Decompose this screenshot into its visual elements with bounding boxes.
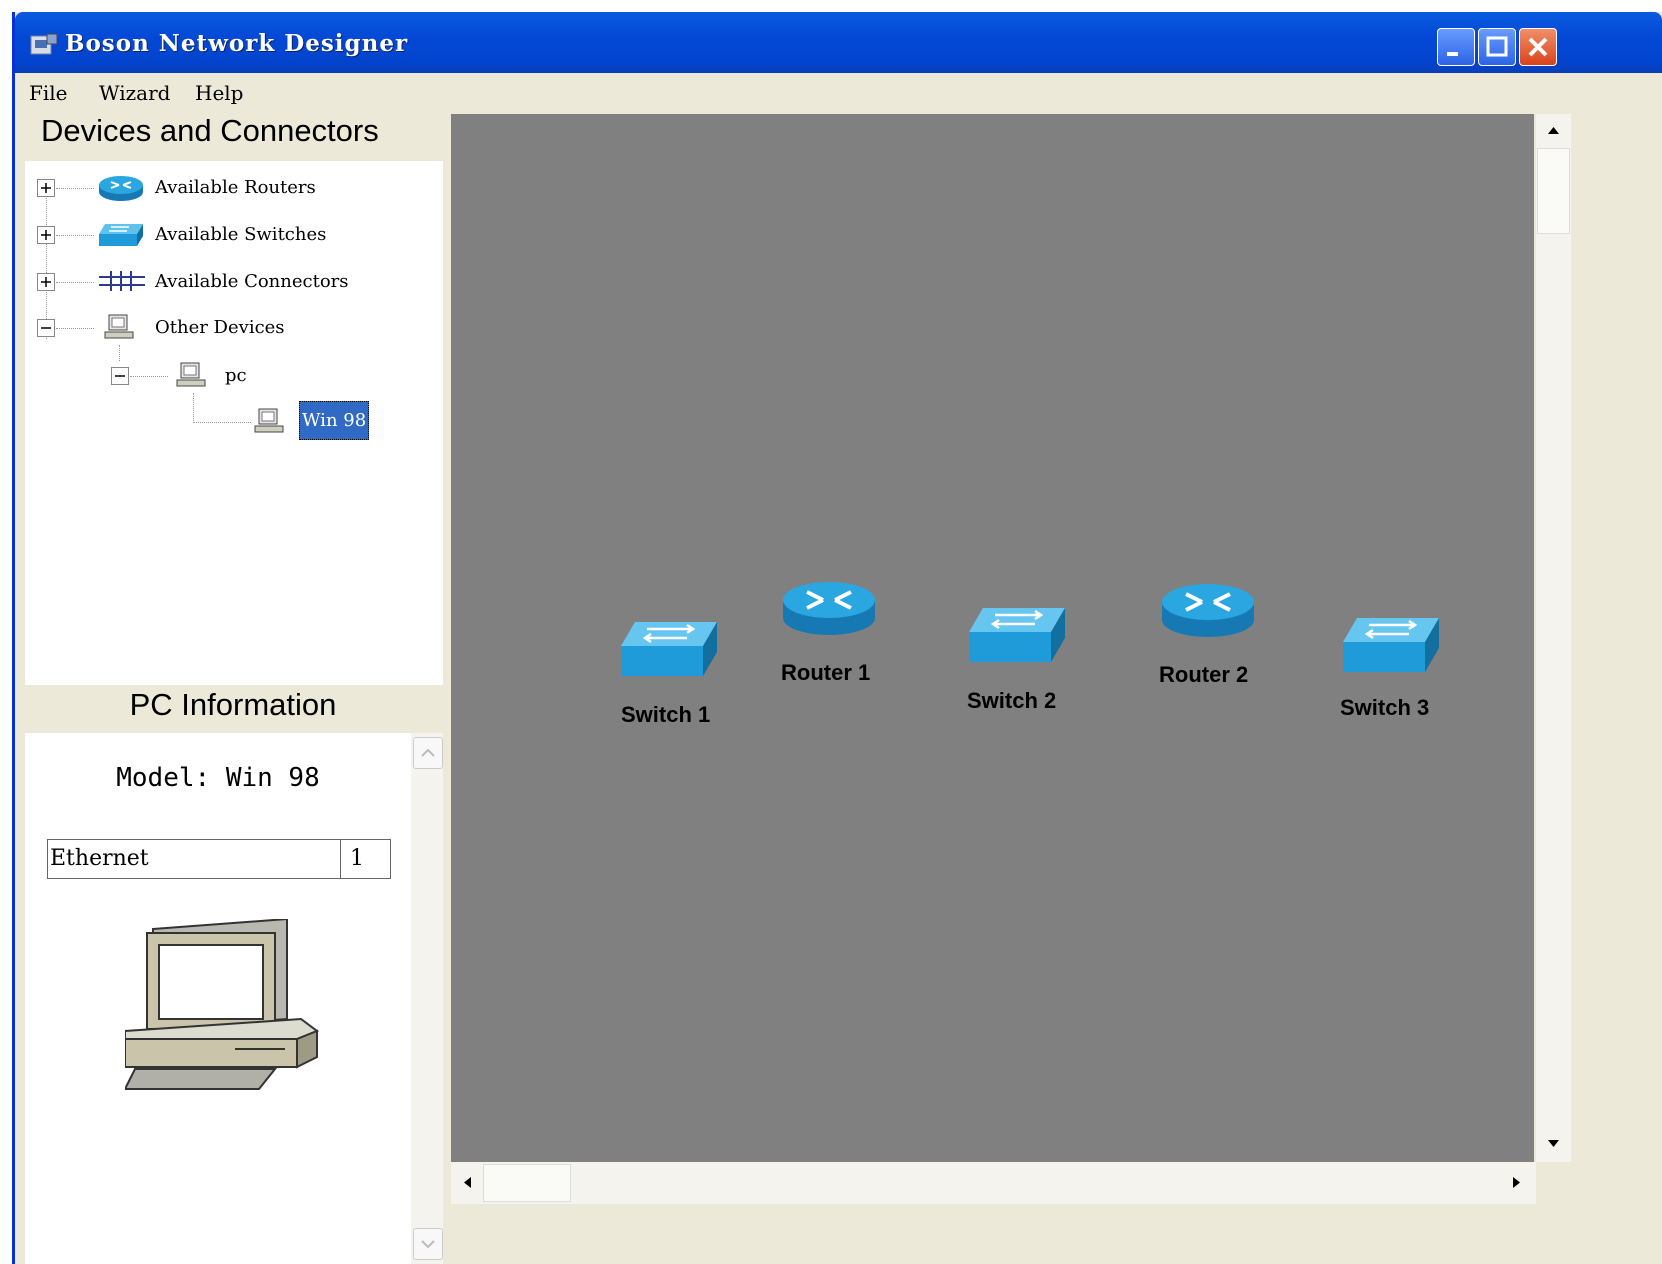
scroll-right-button[interactable] xyxy=(1501,1162,1533,1204)
connector-icon xyxy=(99,271,145,291)
chevron-down-icon xyxy=(421,1240,435,1249)
minimize-icon xyxy=(1447,52,1458,56)
scroll-up-button[interactable] xyxy=(1536,114,1571,148)
close-icon xyxy=(1528,37,1548,57)
switch-3-label: Switch 3 xyxy=(1340,695,1430,720)
tree-label-switches: Available Switches xyxy=(155,224,327,245)
collapse-pc-icon[interactable] xyxy=(111,367,129,385)
device-tree: Available Routers Available Switches Ava… xyxy=(25,161,443,687)
tree-guide xyxy=(56,328,94,329)
maximize-icon xyxy=(1486,36,1508,57)
tree-label-routers: Available Routers xyxy=(155,177,316,198)
tree-label-connectors: Available Connectors xyxy=(155,271,349,292)
switch-2-icon[interactable] xyxy=(969,604,1069,666)
network-canvas[interactable]: Switch 1 Router 1 Switch 2 Router 2 Swit… xyxy=(451,114,1534,1162)
title-bar[interactable]: Boson Network Designer xyxy=(15,12,1662,73)
switch-icon xyxy=(99,224,143,246)
menu-file[interactable]: File xyxy=(29,81,68,105)
switch-2-label: Switch 2 xyxy=(967,688,1057,713)
pc-illustration-icon xyxy=(125,919,320,1090)
switch-3-icon[interactable] xyxy=(1343,614,1443,676)
collapse-other-devices-icon[interactable] xyxy=(37,319,55,337)
info-panel-title: PC Information xyxy=(129,687,337,722)
router-2-label: Router 2 xyxy=(1159,662,1249,687)
tree-guide xyxy=(193,422,251,423)
expand-switches-icon[interactable] xyxy=(37,226,55,244)
close-button[interactable] xyxy=(1519,28,1557,66)
info-scrollbar[interactable] xyxy=(411,733,443,1264)
router-icon xyxy=(99,176,143,201)
port-table: Ethernet 1 xyxy=(47,839,391,879)
horizontal-scroll-thumb[interactable] xyxy=(483,1164,571,1202)
arrow-right-icon xyxy=(1513,1177,1520,1188)
router-1-icon[interactable] xyxy=(781,578,877,638)
minimize-button[interactable] xyxy=(1437,28,1475,66)
arrow-left-icon xyxy=(464,1177,471,1188)
model-text: Model: Win 98 xyxy=(116,763,320,793)
router-1-label: Router 1 xyxy=(781,660,871,685)
cell-divider xyxy=(340,840,341,878)
menu-wizard[interactable]: Wizard xyxy=(99,81,170,105)
menu-help[interactable]: Help xyxy=(195,81,243,105)
maximize-button[interactable] xyxy=(1478,28,1516,66)
tree-guide xyxy=(56,188,94,189)
devices-panel-title: Devices and Connectors xyxy=(41,113,379,148)
menu-bar: File Wizard Help xyxy=(15,73,1662,111)
scroll-up-button[interactable] xyxy=(413,737,443,769)
arrow-down-icon xyxy=(1548,1140,1559,1147)
switch-1-icon[interactable] xyxy=(621,618,721,680)
expand-connectors-icon[interactable] xyxy=(37,273,55,291)
pc-icon xyxy=(176,362,206,387)
canvas-vertical-scrollbar[interactable] xyxy=(1536,114,1571,1162)
arrow-up-icon xyxy=(1548,127,1559,134)
scroll-left-button[interactable] xyxy=(451,1162,483,1204)
tree-item-routers[interactable]: Available Routers xyxy=(25,165,425,205)
pc-icon xyxy=(104,314,134,339)
tree-label-pc: pc xyxy=(225,365,247,386)
scroll-down-button[interactable] xyxy=(413,1228,443,1260)
port-count-cell: 1 xyxy=(350,846,364,871)
app-window: Boson Network Designer File Wizard Help … xyxy=(12,12,1662,1264)
info-panel-header: PC Information xyxy=(21,685,445,731)
tree-item-win98[interactable]: Win 98 xyxy=(25,399,425,440)
canvas-horizontal-scrollbar[interactable] xyxy=(451,1162,1536,1204)
tree-guide xyxy=(56,282,94,283)
tree-item-other-devices[interactable]: Other Devices xyxy=(25,305,425,345)
tree-label-win98: Win 98 xyxy=(299,401,370,440)
tree-item-switches[interactable]: Available Switches xyxy=(25,212,425,252)
switch-1-label: Switch 1 xyxy=(621,702,711,727)
router-2-icon[interactable] xyxy=(1160,580,1256,640)
chevron-up-icon xyxy=(421,748,435,757)
vertical-scroll-thumb[interactable] xyxy=(1537,148,1570,234)
app-icon xyxy=(30,33,58,55)
scroll-down-button[interactable] xyxy=(1536,1126,1571,1160)
devices-panel-header: Devices and Connectors xyxy=(21,111,445,159)
window-title: Boson Network Designer xyxy=(65,30,409,57)
tree-item-connectors[interactable]: Available Connectors xyxy=(25,259,425,299)
tree-item-pc[interactable]: pc xyxy=(25,353,425,393)
tree-guide xyxy=(56,235,94,236)
tree-guide xyxy=(130,376,168,377)
pc-info-area: Model: Win 98 Ethernet 1 xyxy=(25,733,443,1264)
left-panel: Devices and Connectors Available Routers xyxy=(21,111,445,1264)
tree-label-other-devices: Other Devices xyxy=(155,317,285,338)
expand-routers-icon[interactable] xyxy=(37,179,55,197)
port-name-cell: Ethernet xyxy=(50,846,149,871)
pc-icon xyxy=(254,408,284,433)
